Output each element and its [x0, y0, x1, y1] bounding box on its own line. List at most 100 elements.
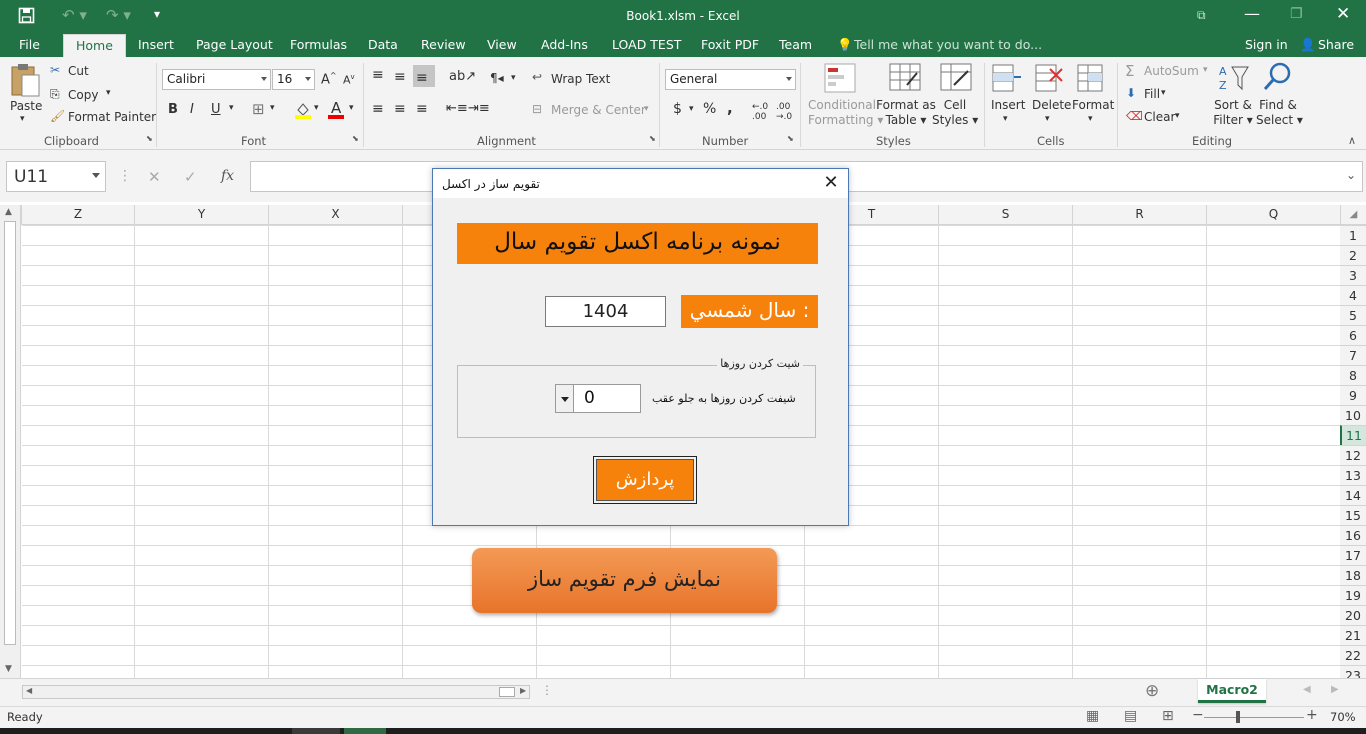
delete-button[interactable]: Delete: [1032, 98, 1071, 112]
splitter-icon[interactable]: ⋮: [541, 683, 553, 697]
zoom-in-icon[interactable]: +: [1306, 707, 1318, 723]
share-button[interactable]: Share: [1318, 37, 1354, 52]
bold-button[interactable]: B: [168, 102, 178, 117]
scroll-right-icon[interactable]: ▶: [520, 686, 526, 695]
row-header[interactable]: 1: [1340, 225, 1366, 245]
row-header[interactable]: 13: [1340, 465, 1366, 485]
row-header[interactable]: 22: [1340, 645, 1366, 665]
column-header[interactable]: X: [269, 205, 403, 225]
page-break-view-icon[interactable]: ⊞: [1162, 708, 1174, 724]
font-name-combo[interactable]: Calibri: [162, 69, 271, 90]
fill-color-icon[interactable]: [294, 101, 312, 119]
copy-dropdown-icon[interactable]: ▾: [106, 88, 111, 98]
process-button[interactable]: پردازش: [593, 456, 697, 504]
tab-home[interactable]: Home: [63, 34, 126, 58]
format-cells-icon[interactable]: [1075, 63, 1107, 95]
horizontal-scrollbar[interactable]: ◀ ▶: [22, 685, 530, 699]
share-icon[interactable]: 👤: [1300, 37, 1316, 53]
paste-dropdown-icon[interactable]: ▾: [20, 114, 25, 124]
tell-me-search[interactable]: Tell me what you want to do...: [854, 37, 1042, 52]
expand-formula-icon[interactable]: ⌄: [1346, 168, 1356, 182]
cancel-icon[interactable]: ✕: [148, 168, 161, 186]
autosum-button[interactable]: AutoSum: [1144, 64, 1199, 78]
row-header[interactable]: 5: [1340, 305, 1366, 325]
zoom-out-icon[interactable]: −: [1192, 707, 1204, 723]
insert-button[interactable]: Insert: [991, 98, 1025, 112]
fill-color-dropdown-icon[interactable]: ▾: [314, 103, 319, 113]
find-select-button[interactable]: Find & Select ▾: [1256, 98, 1303, 128]
row-header[interactable]: 23: [1340, 665, 1366, 678]
vertical-scrollbar[interactable]: ▲ ▼: [0, 205, 21, 678]
format-button[interactable]: Format: [1072, 98, 1114, 112]
font-launcher-icon[interactable]: ⬊: [352, 134, 359, 143]
font-size-combo[interactable]: 16: [272, 69, 315, 90]
format-dropdown-icon[interactable]: ▾: [1088, 114, 1093, 124]
borders-icon[interactable]: ⊞: [252, 100, 265, 118]
taskbar-item-excel[interactable]: [344, 728, 386, 734]
h-scroll-thumb[interactable]: [499, 687, 515, 697]
insert-dropdown-icon[interactable]: ▾: [1003, 114, 1008, 124]
column-header[interactable]: S: [939, 205, 1073, 225]
percent-button[interactable]: %: [703, 101, 716, 117]
find-select-icon[interactable]: [1262, 61, 1294, 93]
row-header[interactable]: 16: [1340, 525, 1366, 545]
copy-icon[interactable]: ⎘: [50, 87, 60, 102]
top-align-icon[interactable]: ≡: [372, 67, 384, 83]
show-calendar-form-button[interactable]: نمایش فرم تقویم ساز: [472, 548, 777, 613]
orientation-icon[interactable]: ab↗: [449, 69, 476, 84]
currency-button[interactable]: $: [673, 101, 682, 117]
year-input[interactable]: 1404: [545, 296, 666, 327]
format-painter-icon[interactable]: 🖌: [50, 109, 65, 123]
decrease-font-icon[interactable]: Av: [343, 73, 355, 87]
borders-dropdown-icon[interactable]: ▾: [270, 103, 275, 113]
row-header[interactable]: 17: [1340, 545, 1366, 565]
zoom-level[interactable]: 70%: [1330, 710, 1356, 724]
text-direction-icon[interactable]: ¶◂: [490, 71, 504, 85]
font-color-dropdown-icon[interactable]: ▾: [349, 103, 354, 113]
row-header[interactable]: 18: [1340, 565, 1366, 585]
clipboard-launcher-icon[interactable]: ⬊: [146, 134, 153, 143]
tab-team[interactable]: Team: [779, 37, 812, 52]
tab-insert[interactable]: Insert: [138, 37, 174, 52]
column-header[interactable]: Y: [135, 205, 269, 225]
tab-page-layout[interactable]: Page Layout: [196, 37, 273, 52]
currency-dropdown-icon[interactable]: ▾: [689, 104, 694, 114]
row-header[interactable]: 15: [1340, 505, 1366, 525]
align-left-icon[interactable]: ≡: [372, 101, 384, 117]
underline-dropdown-icon[interactable]: ▾: [229, 103, 234, 113]
conditional-formatting-icon[interactable]: [824, 63, 858, 95]
shift-dropdown-button[interactable]: [556, 385, 574, 412]
ribbon-display-icon[interactable]: ⧉: [1197, 8, 1206, 23]
tab-load-test[interactable]: LOAD TEST: [612, 37, 681, 52]
restore-icon[interactable]: ❐: [1290, 6, 1303, 22]
zoom-slider-thumb[interactable]: [1236, 711, 1240, 723]
next-sheet-icon[interactable]: ▶: [1331, 684, 1339, 695]
page-layout-view-icon[interactable]: ▤: [1124, 708, 1137, 724]
decrease-indent-icon[interactable]: ⇤≡: [446, 101, 468, 116]
row-header[interactable]: 2: [1340, 245, 1366, 265]
column-header[interactable]: Q: [1207, 205, 1341, 225]
clear-button[interactable]: Clear: [1144, 110, 1175, 124]
increase-indent-icon[interactable]: ⇥≡: [468, 101, 490, 116]
fill-button[interactable]: Fill: [1144, 87, 1160, 101]
scroll-up-icon[interactable]: ▲: [5, 207, 12, 217]
row-header[interactable]: 3: [1340, 265, 1366, 285]
tab-review[interactable]: Review: [421, 37, 466, 52]
insert-function-icon[interactable]: fx: [221, 168, 234, 184]
row-header-selected[interactable]: 11: [1340, 425, 1366, 445]
tab-formulas[interactable]: Formulas: [290, 37, 347, 52]
delete-cells-icon[interactable]: [1033, 63, 1065, 95]
close-window-icon[interactable]: ✕: [1336, 4, 1350, 24]
column-header[interactable]: R: [1073, 205, 1207, 225]
row-header[interactable]: 14: [1340, 485, 1366, 505]
format-as-table-button[interactable]: Format as Table ▾: [876, 98, 936, 128]
increase-font-icon[interactable]: A^: [321, 71, 337, 87]
row-header[interactable]: 21: [1340, 625, 1366, 645]
number-launcher-icon[interactable]: ⬊: [787, 134, 794, 143]
row-header[interactable]: 4: [1340, 285, 1366, 305]
name-box[interactable]: U11: [6, 161, 106, 192]
delete-dropdown-icon[interactable]: ▾: [1045, 114, 1050, 124]
scroll-down-icon[interactable]: ▼: [5, 664, 12, 674]
scroll-thumb[interactable]: [4, 221, 16, 645]
taskbar-item[interactable]: [292, 728, 340, 734]
